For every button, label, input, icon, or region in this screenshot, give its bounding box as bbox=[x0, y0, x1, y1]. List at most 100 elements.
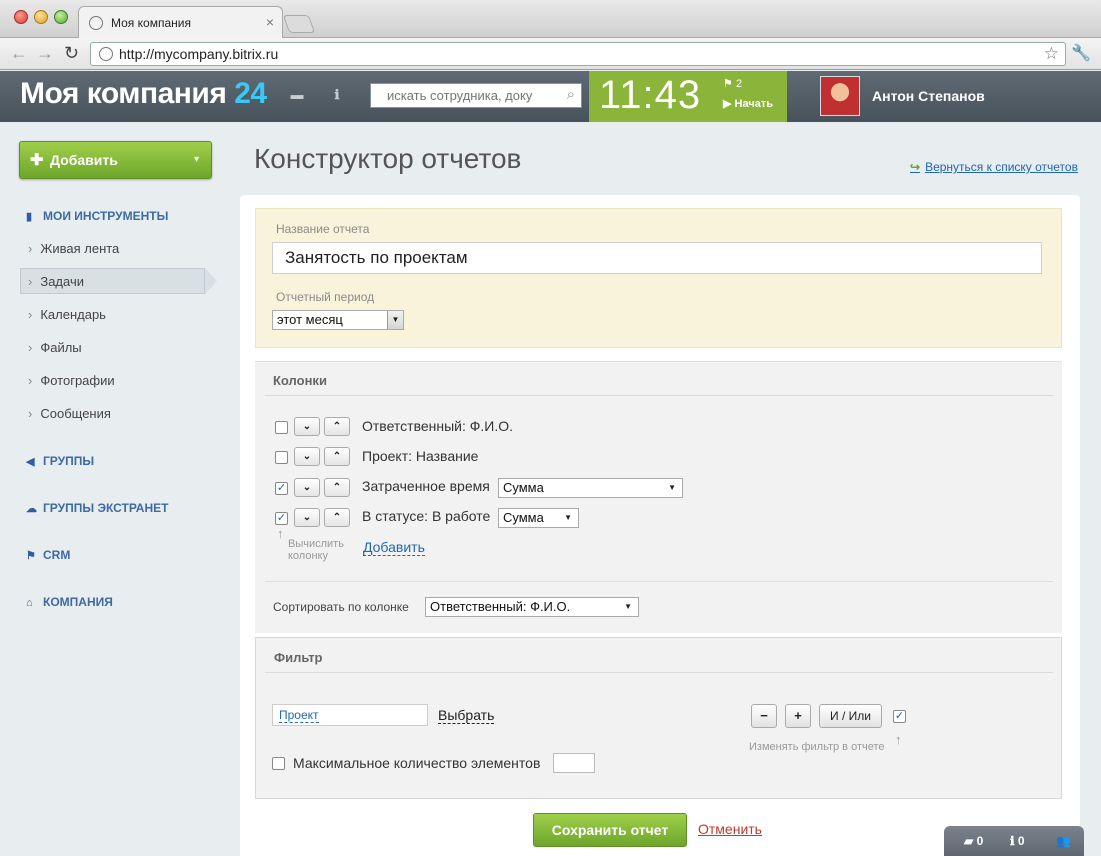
move-up-button[interactable]: ⌃ bbox=[324, 508, 350, 527]
close-window-button[interactable] bbox=[14, 10, 28, 24]
search-box: ⌕ bbox=[370, 83, 582, 108]
bookmark-star-icon[interactable]: ☆ bbox=[1044, 44, 1059, 64]
arrow-up-icon: ↑ bbox=[277, 526, 284, 541]
move-up-button[interactable]: ⌃ bbox=[324, 447, 350, 466]
user-name[interactable]: Антон Степанов bbox=[872, 88, 985, 104]
chevron-down-icon[interactable]: ▼ bbox=[192, 154, 201, 164]
wrench-icon[interactable]: 🔧 bbox=[1071, 43, 1091, 63]
change-filter-checkbox[interactable]: ✓ bbox=[893, 710, 906, 723]
sidebar-section-crm[interactable]: ⚑ CRM bbox=[26, 548, 70, 562]
add-column-link[interactable]: Добавить bbox=[363, 540, 425, 556]
chevron-down-icon: ▼ bbox=[387, 311, 403, 329]
report-period-select[interactable]: этот месяц ▼ bbox=[272, 310, 404, 330]
choose-field-link[interactable]: Выбрать bbox=[438, 708, 495, 724]
brand-name: Моя компания bbox=[20, 77, 227, 110]
calc-column-hint: Вычислить колонку bbox=[288, 538, 344, 562]
megaphone-icon: ◀ bbox=[26, 456, 35, 468]
browser-titlebar: Моя компания × bbox=[0, 0, 1101, 39]
sidebar-item-files[interactable]: Файлы bbox=[28, 340, 81, 355]
move-down-button[interactable]: ⌄ bbox=[294, 508, 320, 527]
columns-heading: Колонки bbox=[273, 373, 327, 388]
report-period-value: этот месяц bbox=[277, 312, 343, 327]
column-calc-select[interactable]: Сумма ▼ bbox=[498, 508, 579, 528]
move-up-button[interactable]: ⌃ bbox=[324, 417, 350, 436]
move-down-button[interactable]: ⌄ bbox=[294, 447, 320, 466]
sidebar-item-photos[interactable]: Фотографии bbox=[28, 373, 114, 388]
and-or-button[interactable]: И / Или bbox=[819, 704, 882, 728]
browser-tab[interactable]: Моя компания × bbox=[78, 6, 283, 39]
column-calc-select[interactable]: Сумма ▼ bbox=[498, 478, 683, 498]
chat-icon: ▰ bbox=[964, 834, 974, 848]
column-label: Проект: Название bbox=[362, 448, 479, 464]
chevron-up-icon: ⌃ bbox=[332, 451, 342, 462]
report-period-label: Отчетный период bbox=[276, 290, 375, 304]
bookmark-icon: ▮ bbox=[26, 211, 33, 223]
minimize-window-button[interactable] bbox=[34, 10, 48, 24]
sidebar-section-groups[interactable]: ◀ ГРУППЫ bbox=[26, 454, 94, 468]
notifications-indicator[interactable]: ℹ 0 bbox=[1010, 834, 1025, 848]
add-button[interactable]: ✚ Добавить ▼ bbox=[19, 141, 212, 179]
sort-label: Сортировать по колонке bbox=[273, 600, 409, 614]
move-down-button[interactable]: ⌄ bbox=[294, 478, 320, 497]
flag-count: 2 bbox=[735, 78, 743, 90]
move-up-button[interactable]: ⌃ bbox=[324, 478, 350, 497]
max-elements-checkbox[interactable] bbox=[272, 757, 285, 770]
sidebar-section-my-tools[interactable]: ▮ МОИ ИНСТРУМЕНТЫ bbox=[26, 209, 168, 223]
cloud-icon: ☁ bbox=[26, 503, 37, 515]
arrow-up-icon: ↑ bbox=[895, 732, 902, 747]
chevron-down-icon: ⌄ bbox=[302, 512, 312, 523]
sidebar-item-messages[interactable]: Сообщения bbox=[28, 406, 111, 421]
filter-field[interactable]: Проект bbox=[272, 704, 428, 726]
reload-icon[interactable]: ↻ bbox=[64, 43, 79, 63]
avatar[interactable] bbox=[820, 76, 860, 116]
page-title: Конструктор отчетов bbox=[254, 143, 522, 174]
search-input[interactable] bbox=[371, 84, 551, 107]
divider bbox=[265, 672, 1053, 673]
chevron-up-icon: ⌃ bbox=[332, 512, 342, 523]
search-icon[interactable]: ⌕ bbox=[567, 86, 575, 103]
browser-toolbar: ← → ↻ http://mycompany.bitrix.ru ☆ 🔧 bbox=[0, 38, 1101, 70]
forward-arrow-icon[interactable]: → bbox=[36, 43, 54, 63]
start-workday-button[interactable]: ▶ Начать bbox=[723, 97, 773, 110]
report-name-input[interactable] bbox=[272, 242, 1042, 274]
messages-indicator[interactable]: ▰ 0 bbox=[964, 834, 983, 848]
chevron-down-icon: ⌄ bbox=[302, 421, 312, 432]
contacts-icon[interactable]: 👥 bbox=[1056, 834, 1071, 848]
close-icon[interactable]: × bbox=[266, 14, 274, 30]
new-tab-button[interactable] bbox=[282, 15, 316, 33]
max-elements-label: Максимальное количество элементов bbox=[293, 755, 541, 771]
flag-counter[interactable]: ⚑ 2 bbox=[723, 77, 742, 90]
back-arrow-icon[interactable]: ← bbox=[10, 43, 28, 63]
work-time-widget[interactable]: 11:43 ⚑ 2 ▶ Начать bbox=[589, 71, 787, 122]
back-to-reports-link[interactable]: ↪ Вернуться к списку отчетов bbox=[910, 160, 1078, 174]
address-bar[interactable]: http://mycompany.bitrix.ru ☆ bbox=[90, 42, 1066, 66]
home-icon: ⌂ bbox=[26, 597, 33, 609]
save-report-button[interactable]: Сохранить отчет bbox=[533, 813, 687, 847]
chevron-down-icon: ▼ bbox=[624, 602, 632, 611]
column-checkbox[interactable] bbox=[275, 421, 288, 434]
sidebar-item-calendar[interactable]: Календарь bbox=[28, 307, 106, 322]
column-label: Ответственный: Ф.И.О. bbox=[362, 418, 514, 434]
sidebar-section-extranet[interactable]: ☁ ГРУППЫ ЭКСТРАНЕТ bbox=[26, 501, 168, 515]
chat-icon[interactable]: ▬ bbox=[289, 88, 305, 102]
column-checkbox[interactable]: ✓ bbox=[275, 512, 288, 525]
portal-logo[interactable]: Моя компания 24 bbox=[20, 77, 267, 111]
divider bbox=[265, 395, 1053, 396]
play-icon: ▶ bbox=[723, 98, 732, 110]
sort-column-select[interactable]: Ответственный: Ф.И.О. ▼ bbox=[425, 597, 639, 617]
zoom-window-button[interactable] bbox=[54, 10, 68, 24]
add-filter-button[interactable]: + bbox=[785, 704, 811, 728]
column-label: Затраченное время bbox=[362, 478, 490, 494]
move-down-button[interactable]: ⌄ bbox=[294, 417, 320, 436]
info-icon[interactable]: ℹ bbox=[329, 88, 345, 102]
cancel-link[interactable]: Отменить bbox=[698, 821, 762, 837]
portal-header: Моя компания 24 ▬ ℹ ⌕ 11:43 ⚑ 2 ▶ Начать… bbox=[0, 71, 1101, 122]
column-checkbox[interactable]: ✓ bbox=[275, 482, 288, 495]
column-checkbox[interactable] bbox=[275, 451, 288, 464]
sidebar-section-company[interactable]: ⌂ КОМПАНИЯ bbox=[26, 595, 113, 609]
max-elements-input[interactable] bbox=[553, 753, 595, 773]
sidebar-item-tasks[interactable]: Задачи bbox=[28, 274, 84, 289]
remove-filter-button[interactable]: − bbox=[751, 704, 777, 728]
notification-bar: ▰ 0 ℹ 0 👥 bbox=[944, 826, 1084, 856]
sidebar-item-live-feed[interactable]: Живая лента bbox=[28, 241, 119, 256]
